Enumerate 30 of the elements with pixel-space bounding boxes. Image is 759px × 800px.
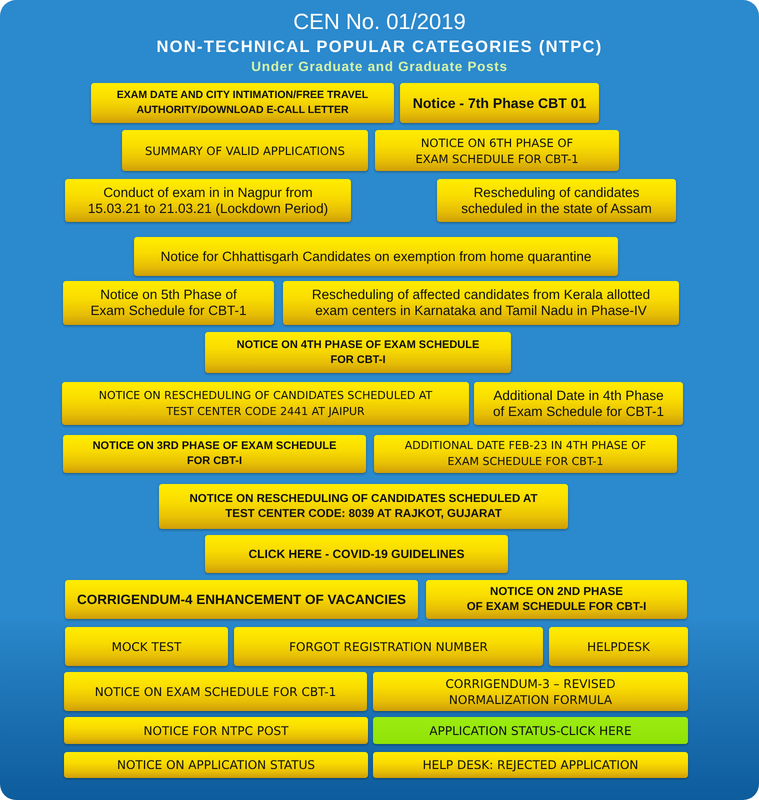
page-subtitle: NON-TECHNICAL POPULAR CATEGORIES (NTPC) xyxy=(156,37,603,58)
nagpur-exam-button[interactable]: Conduct of exam in in Nagpur from 15.03.21 to 21.03.21 (Lockdown Period) xyxy=(65,179,351,222)
rajkot-rescheduling-button[interactable]: NOTICE ON RESCHEDULING OF CANDIDATES SCHEDULED AT TEST CENTER CODE: 8039 AT RAJKOT, GUJARAT xyxy=(159,484,568,529)
rejected-application-button[interactable]: HELP DESK: REJECTED APPLICATION xyxy=(373,752,688,778)
helpdesk-button[interactable]: HELPDESK xyxy=(549,627,688,666)
forgot-registration-button[interactable]: FORGOT REGISTRATION NUMBER xyxy=(234,627,543,666)
vacancies-corrigendum-button[interactable]: CORRIGENDUM-4 ENHANCEMENT OF VACANCIES xyxy=(65,580,418,619)
jaipur-rescheduling-button[interactable]: NOTICE ON RESCHEDULING OF CANDIDATES SCHEDULED AT TEST CENTER CODE 2441 AT JAIPUR xyxy=(62,382,469,425)
phase-notice-button[interactable]: Notice on 5th Phase of Exam Schedule for CBT-1 xyxy=(63,281,274,325)
additional-date-button[interactable]: Additional Date in 4th Phase of Exam Schedule for CBT-1 xyxy=(474,382,683,425)
assam-rescheduling-button[interactable]: Rescheduling of candidates scheduled in the state of Assam xyxy=(437,179,676,222)
application-status-button[interactable]: APPLICATION STATUS-CLICK HERE xyxy=(373,717,688,744)
ntpc-post-notice-button[interactable]: NOTICE FOR NTPC POST xyxy=(64,717,368,744)
covid-guidelines-button[interactable]: CLICK HERE - COVID-19 GUIDELINES xyxy=(205,535,508,573)
application-status-notice-button[interactable]: NOTICE ON APPLICATION STATUS xyxy=(64,752,368,778)
valid-applications-button[interactable]: SUMMARY OF VALID APPLICATIONS xyxy=(122,130,368,171)
page-title: CEN No. 01/2019 xyxy=(293,8,466,36)
kerala-rescheduling-button[interactable]: Rescheduling of affected candidates from Kerala allotted exam centers in Karnataka and Tamil Nadu in Phase-IV xyxy=(283,281,679,325)
normalization-corrigendum-button[interactable]: CORRIGENDUM-3 – REVISED NORMALIZATION FORMULA xyxy=(373,672,688,711)
phase-notice-button[interactable]: NOTICE ON 2ND PHASE OF EXAM SCHEDULE FOR CBT-I xyxy=(426,580,687,619)
phase-notice-button[interactable]: Notice - 7th Phase CBT 01 xyxy=(400,83,599,123)
phase-notice-button[interactable]: NOTICE ON 3RD PHASE OF EXAM SCHEDULE FOR CBT-I xyxy=(63,435,366,473)
mock-test-button[interactable]: MOCK TEST xyxy=(65,627,228,666)
quarantine-exemption-button[interactable]: Notice for Chhattisgarh Candidates on exemption from home quarantine xyxy=(134,237,618,276)
page-tagline: Under Graduate and Graduate Posts xyxy=(251,58,508,76)
additional-date-button[interactable]: ADDITIONAL DATE FEB-23 IN 4TH PHASE OF EXAM SCHEDULE FOR CBT-1 xyxy=(374,435,677,473)
phase-notice-button[interactable]: NOTICE ON 4TH PHASE OF EXAM SCHEDULE FOR CBT-I xyxy=(205,332,511,373)
e-call-letter-button[interactable]: EXAM DATE AND CITY INTIMATION/FREE TRAVEL AUTHORITY/DOWNLOAD E-CALL LETTER xyxy=(91,83,394,123)
exam-schedule-button[interactable]: NOTICE ON EXAM SCHEDULE FOR CBT-1 xyxy=(64,672,367,711)
phase-notice-button[interactable]: NOTICE ON 6TH PHASE OF EXAM SCHEDULE FOR CBT-1 xyxy=(375,130,619,171)
